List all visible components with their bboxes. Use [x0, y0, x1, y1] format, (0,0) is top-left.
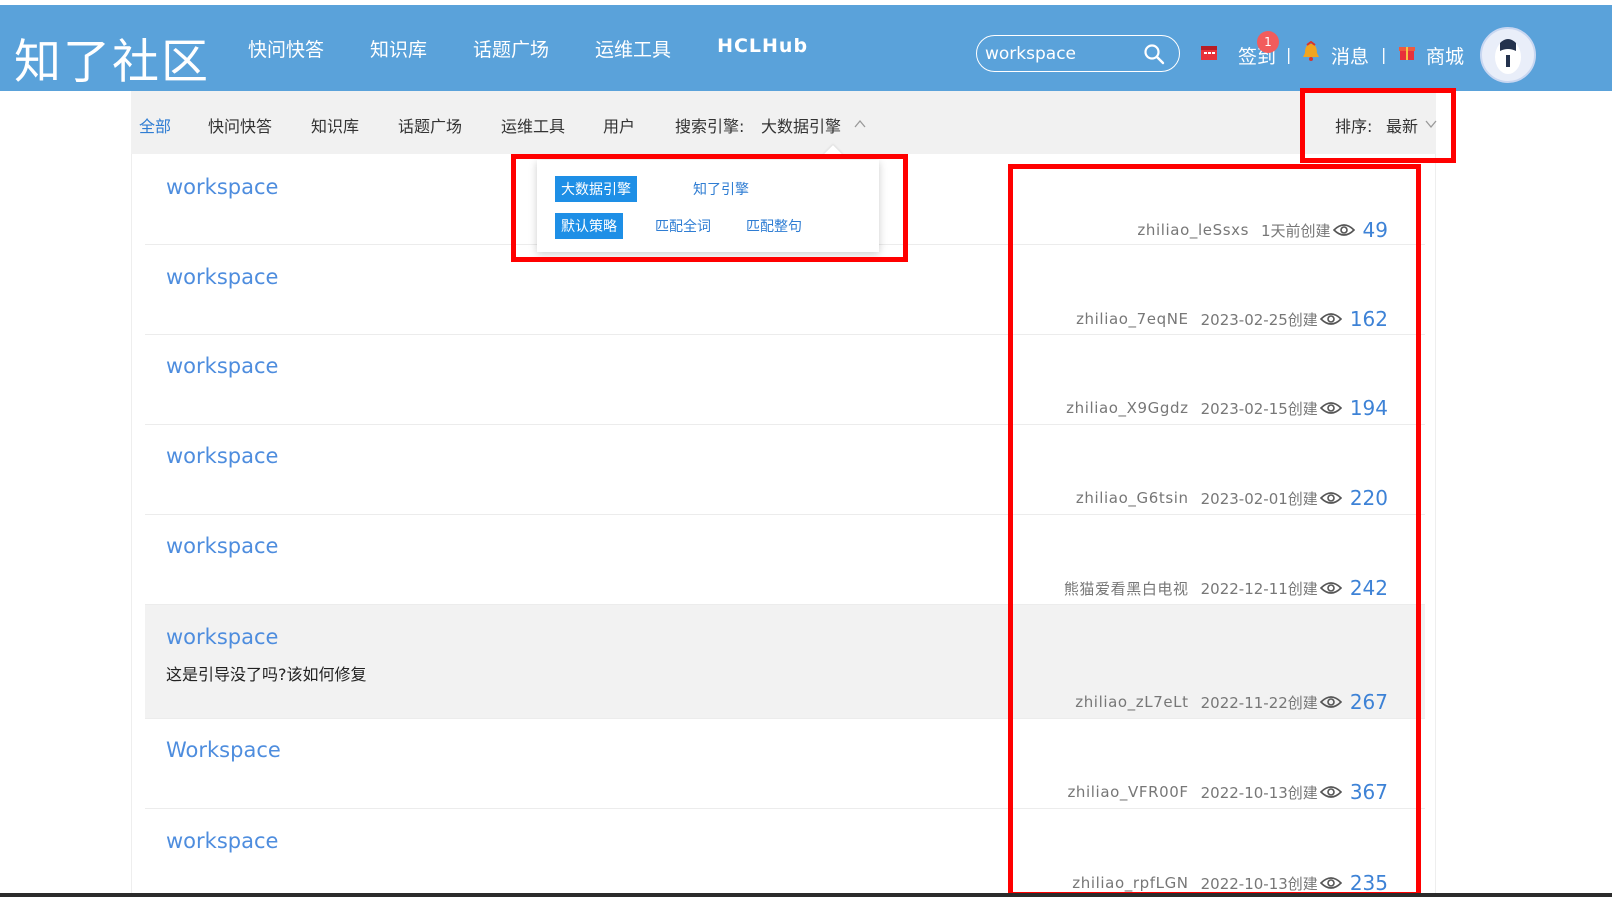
tab-ops-tools[interactable]: 运维工具: [501, 113, 565, 137]
result-title[interactable]: workspace: [166, 534, 278, 558]
result-title[interactable]: workspace: [166, 625, 278, 649]
checkin-badge: 1: [1257, 31, 1279, 53]
tab-all[interactable]: 全部: [139, 113, 171, 137]
mall-link[interactable]: 商城: [1426, 42, 1464, 69]
tab-qa[interactable]: 快问快答: [208, 113, 272, 137]
engine-selector[interactable]: 大数据引擎: [761, 113, 841, 137]
tab-knowledge[interactable]: 知识库: [311, 113, 359, 137]
messages-link[interactable]: 消息: [1331, 42, 1369, 69]
nav-ops-tools[interactable]: 运维工具: [595, 35, 671, 62]
result-title[interactable]: workspace: [166, 265, 278, 289]
result-title[interactable]: workspace: [166, 175, 278, 199]
nav-hclhub[interactable]: HCLHub: [717, 35, 808, 62]
result-title[interactable]: workspace: [166, 829, 278, 853]
top-header: 知了社区 快问快答 知识库 话题广场 运维工具 HCLHub 签到 1 |: [0, 5, 1612, 91]
annotation-box-dropdown: [511, 154, 908, 262]
nav-knowledge[interactable]: 知识库: [370, 35, 427, 62]
tab-users[interactable]: 用户: [603, 113, 635, 137]
app-window: 知了社区 快问快答 知识库 话题广场 运维工具 HCLHub 签到 1 |: [0, 0, 1612, 897]
main-nav: 快问快答 知识库 话题广场 运维工具 HCLHub: [248, 35, 854, 62]
result-title[interactable]: workspace: [166, 354, 278, 378]
result-title[interactable]: Workspace: [166, 738, 281, 762]
filter-bar: 全部 快问快答 知识库 话题广场 运维工具 用户 搜索引擎: 大数据引擎 排序:…: [131, 91, 1437, 154]
result-title[interactable]: workspace: [166, 444, 278, 468]
nav-qa[interactable]: 快问快答: [248, 35, 324, 62]
nav-topics[interactable]: 话题广场: [473, 35, 549, 62]
annotation-box-sort: [1300, 88, 1456, 163]
calendar-icon: [1201, 46, 1217, 60]
search-box: [976, 35, 1180, 72]
separator: |: [1286, 45, 1292, 64]
bell-icon: [1303, 41, 1319, 61]
result-description: 这是引导没了吗?该如何修复: [166, 665, 367, 684]
search-icon[interactable]: [1143, 43, 1165, 65]
bottom-border: [0, 893, 1612, 897]
tab-topics[interactable]: 话题广场: [398, 113, 462, 137]
search-input[interactable]: [985, 43, 1135, 65]
avatar[interactable]: [1480, 27, 1536, 83]
chevron-up-icon[interactable]: [854, 118, 866, 130]
engine-label: 搜索引擎:: [675, 117, 745, 136]
gift-icon: [1399, 47, 1415, 60]
user-avatar-icon: [1495, 39, 1521, 74]
annotation-box-meta-column: [1008, 164, 1421, 897]
separator: |: [1381, 45, 1387, 64]
site-logo[interactable]: 知了社区: [14, 23, 210, 92]
